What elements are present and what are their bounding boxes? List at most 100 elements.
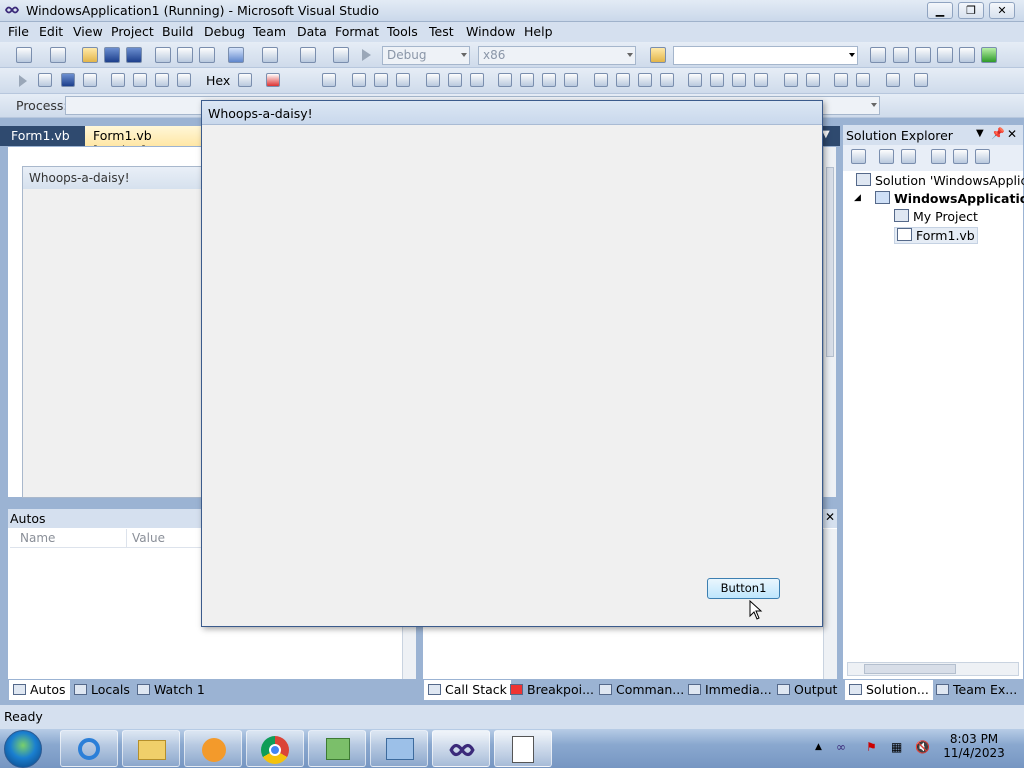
restore-button[interactable]: ❐ — [958, 2, 984, 19]
align-centers-icon[interactable] — [374, 73, 388, 87]
step-over-icon[interactable] — [155, 73, 169, 87]
tab-call-stack[interactable]: Call Stack — [424, 680, 511, 700]
decrease-horizontal-spacing-icon[interactable] — [638, 73, 652, 87]
align-rights-icon[interactable] — [396, 73, 410, 87]
system-clock[interactable]: 8:03 PM 11/4/2023 — [940, 732, 1008, 760]
design-form-preview[interactable]: Whoops-a-daisy! — [22, 166, 202, 498]
add-item-icon[interactable] — [50, 47, 66, 63]
increase-horizontal-spacing-icon[interactable] — [616, 73, 630, 87]
menu-view[interactable]: View — [71, 24, 105, 39]
tab-watch-1[interactable]: Watch 1 — [133, 680, 209, 700]
make-same-width-icon[interactable] — [498, 73, 512, 87]
tab-locals[interactable]: Locals — [70, 680, 134, 700]
restart-icon[interactable] — [83, 73, 97, 87]
tree-node-my-project[interactable]: My Project — [894, 209, 978, 224]
tree-node-project[interactable]: WindowsApplication1 — [875, 191, 1024, 206]
object-browser-icon[interactable] — [915, 47, 931, 63]
menu-help[interactable]: Help — [522, 24, 555, 39]
tab-dropdown-chevron-icon[interactable]: ▼ — [822, 129, 830, 140]
installer-taskbar-icon[interactable] — [308, 730, 366, 767]
align-tops-icon[interactable] — [426, 73, 440, 87]
close-pane-icon[interactable]: ✕ — [825, 510, 835, 524]
properties-window-icon[interactable] — [893, 47, 909, 63]
align-middles-icon[interactable] — [448, 73, 462, 87]
column-name-header[interactable]: Name — [20, 531, 55, 545]
start-debugging-icon[interactable] — [362, 49, 371, 61]
show-next-statement-icon[interactable] — [111, 73, 125, 87]
pane-vertical-scrollbar[interactable] — [823, 529, 837, 679]
menu-tools[interactable]: Tools — [385, 24, 420, 39]
file-explorer-taskbar-icon[interactable] — [122, 730, 180, 767]
menu-edit[interactable]: Edit — [37, 24, 65, 39]
navigate-backward-icon[interactable] — [300, 47, 316, 63]
lock-controls-icon[interactable] — [914, 73, 928, 87]
tree-node-form1[interactable]: Form1.vb — [894, 227, 978, 244]
visual-studio-tray-icon[interactable]: ∞ — [836, 740, 846, 754]
scrollbar-thumb[interactable] — [864, 664, 956, 674]
button1[interactable]: Button1 — [707, 578, 780, 599]
action-center-icon[interactable]: ⚑ — [866, 740, 877, 754]
menu-format[interactable]: Format — [333, 24, 381, 39]
breakpoint-window-icon[interactable] — [266, 73, 280, 87]
view-class-diagram-icon[interactable] — [975, 149, 990, 164]
view-designer-icon[interactable] — [953, 149, 968, 164]
open-file-icon[interactable] — [82, 47, 98, 63]
extension-manager-icon[interactable] — [959, 47, 975, 63]
decrease-vertical-spacing-icon[interactable] — [732, 73, 746, 87]
minimize-button[interactable]: ▁ — [927, 2, 953, 19]
tab-autos[interactable]: Autos — [9, 680, 70, 700]
solution-platform-dropdown[interactable]: x86 — [478, 46, 636, 65]
tab-solution-explorer[interactable]: Solution... — [845, 680, 933, 700]
column-value-header[interactable]: Value — [132, 531, 165, 545]
remove-vertical-spacing-icon[interactable] — [754, 73, 768, 87]
volume-muted-icon[interactable]: 🔇 — [915, 740, 930, 754]
menu-project[interactable]: Project — [109, 24, 156, 39]
align-bottoms-icon[interactable] — [470, 73, 484, 87]
tab-order-icon[interactable] — [886, 73, 900, 87]
start-button[interactable] — [4, 730, 42, 768]
scrollbar-thumb[interactable] — [826, 167, 834, 357]
toolbox-icon[interactable] — [937, 47, 953, 63]
find-in-files-icon[interactable] — [650, 47, 666, 63]
view-code-icon[interactable] — [931, 149, 946, 164]
hex-toggle-button[interactable]: Hex — [206, 73, 230, 88]
remove-horizontal-spacing-icon[interactable] — [660, 73, 674, 87]
undo-icon[interactable] — [228, 47, 244, 63]
auto-hide-pin-icon[interactable]: 📌 — [991, 127, 1005, 140]
chrome-taskbar-icon[interactable] — [246, 730, 304, 767]
increase-vertical-spacing-icon[interactable] — [710, 73, 724, 87]
horizontal-spacing-icon[interactable] — [594, 73, 608, 87]
align-to-grid-icon[interactable] — [322, 73, 336, 87]
stop-debugging-icon[interactable] — [61, 73, 75, 87]
copy-icon[interactable] — [177, 47, 193, 63]
close-button[interactable]: ✕ — [989, 2, 1015, 19]
make-same-height-icon[interactable] — [520, 73, 534, 87]
redo-icon[interactable] — [262, 47, 278, 63]
tab-immediate-window[interactable]: Immedia... — [684, 680, 776, 700]
internet-explorer-taskbar-icon[interactable] — [60, 730, 118, 767]
tree-node-solution[interactable]: Solution 'WindowsApplicat — [856, 173, 1024, 188]
running-app-taskbar-icon[interactable] — [494, 730, 552, 767]
send-to-back-icon[interactable] — [856, 73, 870, 87]
navigate-forward-icon[interactable] — [333, 47, 349, 63]
align-lefts-icon[interactable] — [352, 73, 366, 87]
hide-tips-icon[interactable] — [238, 73, 252, 87]
menu-file[interactable]: File — [6, 24, 31, 39]
menu-debug[interactable]: Debug — [202, 24, 247, 39]
step-into-icon[interactable] — [133, 73, 147, 87]
step-out-icon[interactable] — [177, 73, 191, 87]
visual-studio-taskbar-icon[interactable] — [432, 730, 490, 767]
tab-form1-code[interactable]: Form1.vb — [3, 126, 78, 146]
tab-form1-design[interactable]: Form1.vb [Design] ✕ — [85, 126, 207, 158]
find-combo-input[interactable] — [673, 46, 858, 65]
expand-collapse-triangle-icon[interactable]: ◢ — [854, 193, 861, 203]
tab-command-window[interactable]: Comman... — [595, 680, 688, 700]
tab-team-explorer[interactable]: Team Ex... — [932, 680, 1021, 700]
running-form-window[interactable]: Whoops-a-daisy! Button1 — [201, 100, 823, 627]
make-same-size-icon[interactable] — [564, 73, 578, 87]
window-position-chevron-icon[interactable]: ▼ — [976, 128, 984, 139]
designer-vertical-scrollbar[interactable] — [823, 147, 836, 497]
menu-build[interactable]: Build — [160, 24, 195, 39]
media-player-taskbar-icon[interactable] — [184, 730, 242, 767]
save-all-icon[interactable] — [126, 47, 142, 63]
